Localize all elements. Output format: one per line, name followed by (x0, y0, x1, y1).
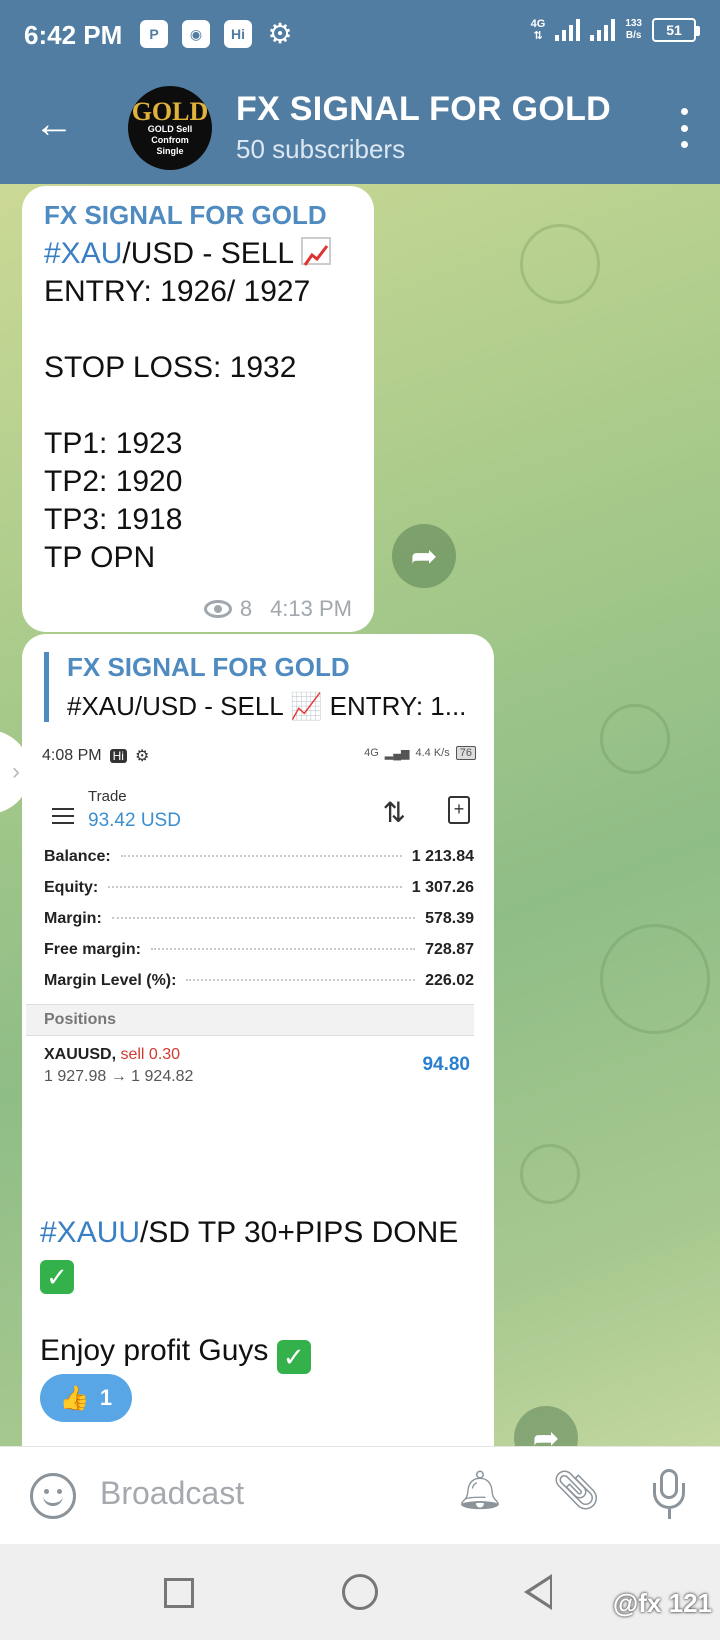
wallpaper-doodle (520, 224, 600, 304)
reply-sender: FX SIGNAL FOR GOLD (67, 652, 350, 682)
view-count: 8 (239, 596, 253, 621)
status-bar: 6:42 PM P ◉ Hi ⚙ 4G ⇅ 133 B/s 51 (0, 0, 720, 72)
network-label: 4G ⇅ (530, 18, 546, 42)
wallpaper-doodle (520, 1144, 580, 1204)
reaction-count: 1 (99, 1385, 113, 1410)
position-side: sell 0.30 (120, 1046, 181, 1063)
position-profit: 94.80 (422, 1054, 470, 1075)
position-symbol: XAUUSD, sell 0.30 (44, 1046, 181, 1063)
attached-screenshot[interactable]: 4:08 PM Hi ⚙ 4G ▂▄▆ 4.4 K/s 76 Trade 93.… (26, 734, 490, 1126)
wallpaper-doodle (600, 924, 710, 1034)
channel-title[interactable]: FX SIGNAL FOR GOLD (236, 90, 611, 129)
message-text: #XAUU/SD TP 30+PIPS DONE ✓ Enjoy profit … (40, 1216, 459, 1374)
check-mark-icon: ✓ (40, 1260, 74, 1294)
battery-icon: 76 (455, 746, 476, 760)
battery-icon: 51 (652, 18, 700, 42)
thumbs-up-icon: 👍 (59, 1384, 90, 1412)
message-body: ENTRY: 1926/ 1927 STOP LOSS: 1932 TP1: 1… (44, 275, 311, 574)
hi-icon: Hi (224, 20, 252, 48)
attach-icon[interactable]: 📎︎ (552, 1469, 600, 1521)
chart-increasing-icon (301, 237, 332, 266)
hashtag-link[interactable]: #XAUU (40, 1216, 140, 1249)
signal-bars-icon: ▂▄▆ (384, 747, 410, 760)
hashtag-link[interactable]: #XAU (44, 237, 122, 270)
forward-icon[interactable]: ➦ (392, 524, 456, 588)
subscriber-count: 50 subscribers (236, 134, 406, 164)
message-text: #XAU/USD - SELL ENTRY: 1926/ 1927 STOP L… (44, 235, 352, 577)
sort-icon: ⇅ (382, 797, 406, 828)
game-icon: ◉ (182, 20, 210, 48)
gear-icon: ⚙ (134, 748, 150, 765)
forward-icon[interactable]: ➦ (514, 1406, 578, 1446)
watermark: @fx 121 (612, 1588, 712, 1618)
bell-icon[interactable]: 🔔︎ (456, 1469, 504, 1521)
chat-header: ← GOLD GOLD Sell Confrom Single FX SIGNA… (0, 72, 720, 184)
message-bubble[interactable]: FX SIGNAL FOR GOLD #XAU/USD - SELL ENTRY… (22, 186, 374, 632)
reply-text: #XAU/USD - SELL 📈 ENTRY: 1... (67, 691, 467, 721)
back-button[interactable] (524, 1574, 552, 1610)
network-speed: 133 B/s (625, 18, 642, 41)
home-button[interactable] (342, 1574, 378, 1610)
message-input-bar: Broadcast 🔔︎ 📎︎ (0, 1446, 720, 1544)
system-nav-bar: @fx 121 (0, 1544, 720, 1640)
menu-icon (52, 808, 74, 824)
back-arrow-icon[interactable]: ← (30, 102, 78, 150)
microphone-icon[interactable] (650, 1469, 690, 1523)
channel-avatar[interactable]: GOLD GOLD Sell Confrom Single (128, 86, 212, 170)
message-bubble[interactable]: FX SIGNAL FOR GOLD #XAU/USD - SELL 📈 ENT… (22, 634, 494, 1446)
check-mark-icon: ✓ (276, 1340, 311, 1374)
trade-label: Trade (88, 788, 127, 805)
new-order-icon: + (448, 796, 470, 824)
p-app-icon: P (140, 20, 168, 48)
status-time: 6:42 PM (24, 20, 123, 50)
summary-row: Margin: 578.39 (44, 910, 474, 927)
message-time: 4:13 PM (270, 596, 352, 621)
embedded-status-bar: 4:08 PM Hi ⚙ (42, 747, 150, 765)
summary-row: Balance: 1 213.84 (44, 848, 474, 865)
status-notification-icons: P ◉ Hi ⚙ (140, 20, 294, 48)
position-prices: 1 927.98 → 1 924.82 (44, 1068, 194, 1085)
reply-quote[interactable]: FX SIGNAL FOR GOLD #XAU/USD - SELL 📈 ENT… (44, 652, 474, 722)
gear-icon: ⚙ (267, 18, 293, 49)
positions-header: Positions (26, 1004, 474, 1036)
recents-button[interactable] (164, 1578, 194, 1608)
summary-row: Equity: 1 307.26 (44, 879, 474, 896)
account-summary: Balance: 1 213.84 Equity: 1 307.26 Margin:… (44, 848, 474, 1003)
views-eye-icon (203, 600, 232, 618)
trade-value: 93.42 USD (88, 810, 181, 831)
more-options-icon[interactable] (676, 108, 692, 148)
emoji-icon[interactable] (30, 1473, 76, 1519)
reaction-chip[interactable]: 👍 1 (40, 1374, 132, 1422)
status-right-icons: 4G ⇅ 133 B/s 51 (530, 18, 700, 42)
embedded-status-right: 4G ▂▄▆ 4.4 K/s 76 (364, 746, 476, 760)
message-input[interactable]: Broadcast (100, 1475, 244, 1512)
signal-bars-icon (555, 19, 581, 41)
hi-icon: Hi (109, 749, 127, 763)
message-sender: FX SIGNAL FOR GOLD (44, 200, 327, 230)
summary-row: Free margin: 728.87 (44, 941, 474, 958)
summary-row: Margin Level (%): 226.02 (44, 972, 474, 989)
chat-area[interactable]: FX SIGNAL FOR GOLD #XAU/USD - SELL ENTRY… (0, 184, 720, 1446)
message-meta: 8 4:13 PM (203, 596, 352, 622)
signal-bars-2-icon (590, 19, 616, 41)
wallpaper-doodle (600, 704, 670, 774)
